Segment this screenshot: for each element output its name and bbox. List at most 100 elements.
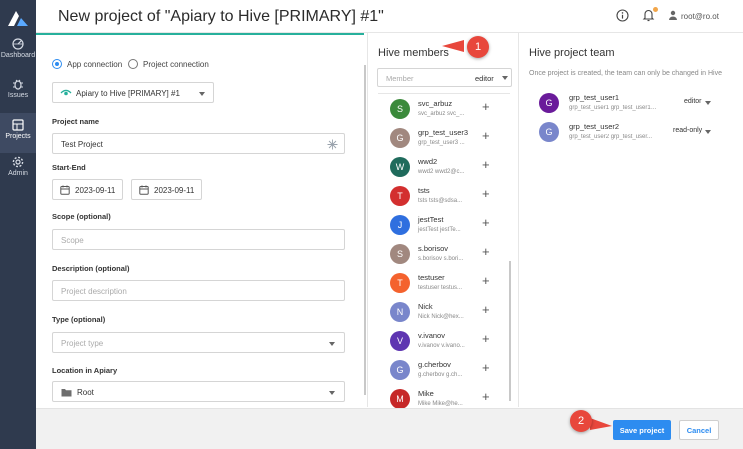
app-connection-radio[interactable]: App connection xyxy=(52,59,122,69)
bug-icon xyxy=(13,79,23,90)
project-team-title: Hive project team xyxy=(529,47,615,59)
callout-marker-2: 2 xyxy=(570,410,592,432)
connection-select[interactable]: Apiary to Hive [PRIMARY] #1 xyxy=(52,82,214,103)
end-date-field[interactable]: 2023-09-11 xyxy=(131,179,202,200)
user-name[interactable]: root@ro.ot xyxy=(681,12,719,21)
page-title: New project of "Apiary to Hive [PRIMARY]… xyxy=(58,8,384,25)
radio-selected[interactable] xyxy=(52,59,62,69)
add-member-icon[interactable]: + xyxy=(482,128,490,143)
chevron-down-icon xyxy=(329,342,335,346)
projects-icon xyxy=(12,119,24,131)
add-member-icon[interactable]: + xyxy=(482,99,490,114)
sidebar-item-label: Admin xyxy=(8,170,28,177)
member-name: svc_arbuz xyxy=(418,99,453,108)
sidebar: Dashboard Issues Projects Admin xyxy=(0,0,36,449)
user-icon[interactable] xyxy=(668,10,678,20)
divider xyxy=(378,93,510,94)
chevron-down-icon xyxy=(329,391,335,395)
dashboard-icon xyxy=(12,38,24,50)
avatar: V xyxy=(390,331,410,351)
team-member-name: grp_test_user1 xyxy=(569,93,620,102)
add-member-icon[interactable]: + xyxy=(482,360,490,375)
team-member-role-select[interactable]: read-only xyxy=(673,127,702,134)
cancel-button[interactable]: Cancel xyxy=(679,420,719,440)
location-select[interactable]: Root xyxy=(52,381,345,402)
sidebar-item-label: Projects xyxy=(5,133,31,140)
team-member-name: grp_test_user2 xyxy=(569,122,620,131)
member-name: tsts xyxy=(418,186,430,195)
member-row: Ttestuser testuser testus... + xyxy=(390,271,512,297)
info-icon[interactable] xyxy=(616,9,629,22)
gear-icon xyxy=(12,156,24,168)
sidebar-item-admin[interactable]: Admin xyxy=(0,156,36,196)
connection-icon xyxy=(60,89,72,96)
sparkle-icon[interactable] xyxy=(327,139,338,150)
add-member-icon[interactable]: + xyxy=(482,273,490,288)
avatar: G xyxy=(390,128,410,148)
team-member-row: G grp_test_user2 grp_test_user2 grp_test… xyxy=(539,121,729,147)
sidebar-item-projects[interactable]: Projects xyxy=(0,113,36,153)
member-detail: Nick Nick@hex... xyxy=(418,314,464,320)
member-placeholder: Member xyxy=(386,74,414,83)
start-date-value: 2023-09-11 xyxy=(75,186,116,195)
member-name: Mike xyxy=(418,389,434,398)
member-detail: testuser testus... xyxy=(418,285,463,291)
sidebar-item-label: Issues xyxy=(7,92,29,99)
chevron-down-icon xyxy=(502,76,508,80)
member-role-select[interactable]: editor xyxy=(475,74,494,83)
add-member-icon[interactable]: + xyxy=(482,244,490,259)
type-placeholder: Project type xyxy=(61,339,104,348)
member-row: Ssvc_arbuz svc_arbuz svc_... + xyxy=(390,97,512,123)
add-member-icon[interactable]: + xyxy=(482,186,490,201)
project-name-value: Test Project xyxy=(61,140,103,149)
description-input[interactable]: Project description xyxy=(52,280,345,301)
chevron-down-icon xyxy=(705,101,711,105)
add-member-icon[interactable]: + xyxy=(482,215,490,230)
add-member-icon[interactable]: + xyxy=(482,389,490,404)
member-row: N Nick Nick Nick@hex... + xyxy=(390,300,512,326)
description-label: Description (optional) xyxy=(52,264,130,273)
project-connection-radio[interactable]: Project connection xyxy=(128,59,209,69)
add-member-icon[interactable]: + xyxy=(482,331,490,346)
radio-unselected[interactable] xyxy=(128,59,138,69)
member-row: Ss.borisov s.borisov s.bori... + xyxy=(390,242,512,268)
project-team-note: Once project is created, the team can on… xyxy=(529,70,722,77)
team-member-detail: grp_test_user2 grp_test_user... xyxy=(569,134,653,140)
project-name-input[interactable]: Test Project xyxy=(52,133,345,154)
project-team-panel: Hive project team Once project is create… xyxy=(520,33,743,407)
callout-marker-1: 1 xyxy=(467,36,489,58)
add-member-icon[interactable]: + xyxy=(482,157,490,172)
member-name: wwd2 xyxy=(418,157,438,166)
scope-label: Scope (optional) xyxy=(52,212,111,221)
calendar-icon xyxy=(139,185,149,195)
page-header: New project of "Apiary to Hive [PRIMARY]… xyxy=(36,0,743,33)
location-value: Root xyxy=(77,388,94,397)
member-name: jestTest xyxy=(418,215,444,224)
member-row: JjestTest jestTest jestTe... + xyxy=(390,213,512,239)
avatar: T xyxy=(390,273,410,293)
scrollbar[interactable] xyxy=(509,261,511,401)
scope-input[interactable]: Scope xyxy=(52,229,345,250)
sidebar-item-issues[interactable]: Issues xyxy=(0,78,36,118)
member-name: grp_test_user3 xyxy=(418,128,469,137)
hive-members-title: Hive members xyxy=(378,47,449,59)
type-select[interactable]: Project type xyxy=(52,332,345,353)
avatar: J xyxy=(390,215,410,235)
start-end-label: Start-End xyxy=(52,163,86,172)
avatar: G xyxy=(539,93,559,113)
save-project-button[interactable]: Save project xyxy=(613,420,671,440)
avatar: T xyxy=(390,186,410,206)
radio-label: Project connection xyxy=(143,59,209,69)
team-member-role-select[interactable]: editor xyxy=(684,98,702,105)
sidebar-item-dashboard[interactable]: Dashboard xyxy=(0,38,36,78)
avatar: W xyxy=(390,157,410,177)
location-label: Location in Apiary xyxy=(52,366,118,375)
add-member-icon[interactable]: + xyxy=(482,302,490,317)
scrollbar[interactable] xyxy=(364,65,366,395)
team-member-detail: grp_test_user1 grp_test_user1@... xyxy=(569,105,661,111)
member-search-input[interactable]: Member editor xyxy=(377,68,512,87)
member-detail: Mike Mike@he... xyxy=(418,401,463,407)
folder-icon xyxy=(61,389,72,397)
app-logo[interactable] xyxy=(6,8,30,28)
start-date-field[interactable]: 2023-09-11 xyxy=(52,179,123,200)
